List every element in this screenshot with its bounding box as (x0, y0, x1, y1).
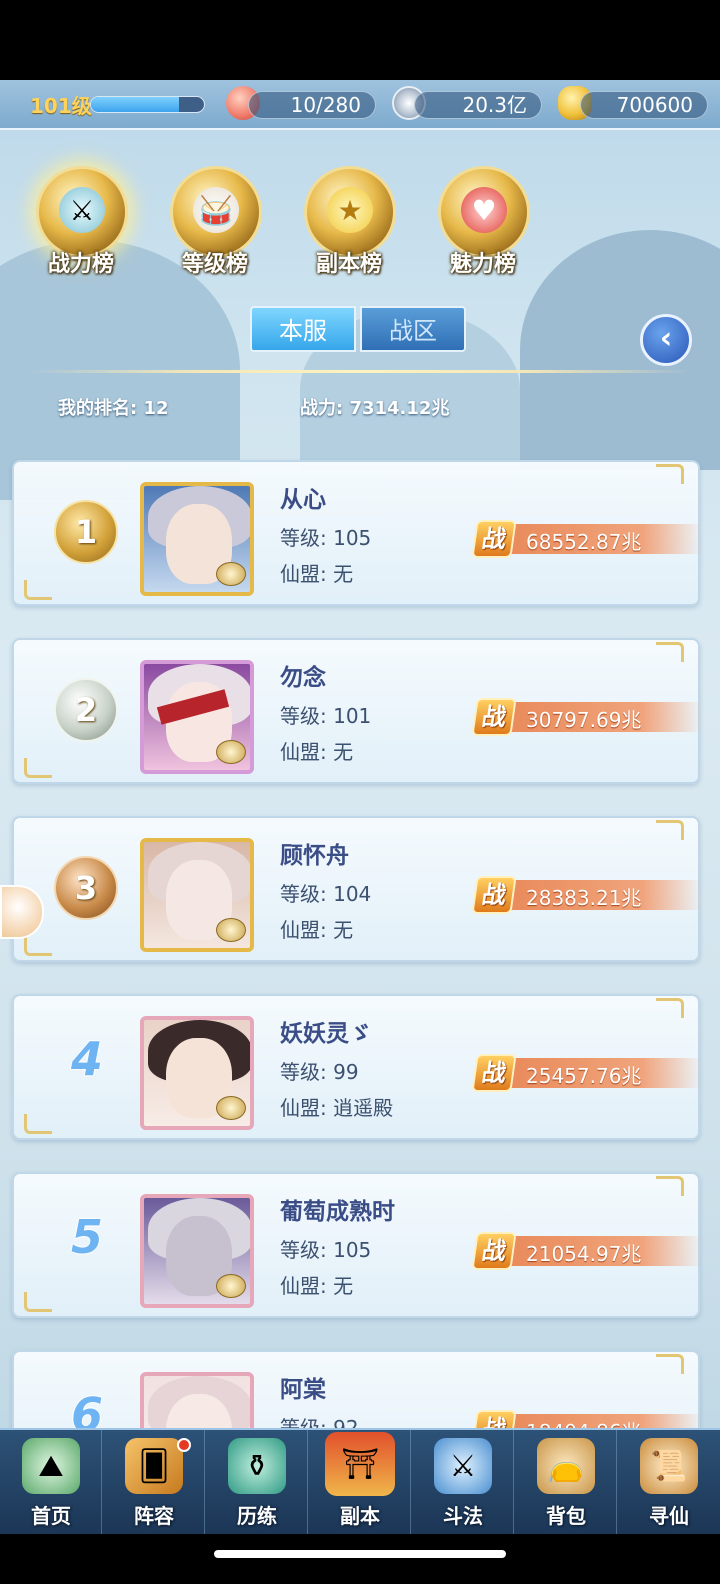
gourd-icon: ⚱ (228, 1438, 286, 1494)
nav-bag[interactable]: 👝 背包 (515, 1430, 617, 1536)
player-level: 等级: 104 (280, 882, 372, 906)
battle-power-icon: 战 (471, 698, 517, 736)
spire-icon: ⚔ (434, 1438, 492, 1494)
player-guild: 仙盟: 无 (280, 740, 354, 764)
battle-power-icon: 战 (471, 520, 517, 558)
bottom-nav: ⛰ 首页 🂠 阵容 ⚱ 历练 ⛩ 副本 ⚔ 斗法 👝 背包 📜 寻仙 (0, 1428, 720, 1536)
nav-arena[interactable]: ⚔ 斗法 (412, 1430, 514, 1536)
player-guild: 仙盟: 无 (280, 562, 354, 586)
player-level: 等级: 99 (280, 1060, 359, 1084)
gold-medal-icon: 1 (54, 500, 118, 564)
nav-seek-immortal[interactable]: 📜 寻仙 (618, 1430, 720, 1536)
palace-icon: ⛩ (325, 1432, 395, 1496)
tab-power-ranking[interactable]: ⚔ 战力榜 (22, 160, 140, 282)
player-guild: 仙盟: 无 (280, 1274, 354, 1298)
tab-charm-ranking[interactable]: ♥ 魅力榜 (424, 160, 542, 282)
player-name: 从心 (280, 487, 326, 513)
rank-row[interactable]: 3 顾怀舟 等级: 104 仙盟: 无 战 28383.21兆 (12, 816, 702, 962)
sword-emblem-icon: ⚔ (36, 166, 128, 258)
scroll-icon: 📜 (640, 1438, 698, 1494)
avatar[interactable] (140, 838, 254, 952)
silver-medal-icon: 2 (54, 678, 118, 742)
tab-level-ranking[interactable]: 🥁 等级榜 (156, 160, 274, 282)
avatar[interactable] (140, 1016, 254, 1130)
rank-row[interactable]: 4 妖妖灵ゞ 等级: 99 仙盟: 逍遥殿 战 25457.76兆 (12, 994, 702, 1140)
rank-row[interactable]: 1 从心 等级: 105 仙盟: 无 战 68552.87兆 (12, 460, 702, 606)
player-name: 葡萄成熟时 (280, 1199, 395, 1225)
player-name: 顾怀舟 (280, 843, 349, 869)
heart-emblem-icon: ♥ (438, 166, 530, 258)
gold-value[interactable]: 700600 (580, 91, 708, 119)
chevron-left-icon: ‹ (659, 321, 673, 356)
home-indicator (0, 1534, 720, 1584)
resource-bar: 101级 10/280 20.3亿 700600 (0, 80, 720, 130)
island-icon: ⛰ (22, 1438, 80, 1494)
player-level: 等级: 105 (280, 1238, 372, 1262)
tab-this-server[interactable]: 本服 (250, 306, 356, 352)
player-level: 等级: 101 (280, 704, 372, 728)
battle-power-icon: 战 (471, 1232, 517, 1270)
avatar[interactable] (140, 482, 254, 596)
bag-icon: 👝 (537, 1438, 595, 1494)
power-value: 战 28383.21兆 (471, 876, 702, 914)
player-name: 阿棠 (280, 1377, 326, 1403)
power-value: 战 30797.69兆 (471, 698, 702, 736)
cards-icon: 🂠 (125, 1438, 183, 1494)
nav-home[interactable]: ⛰ 首页 (0, 1430, 102, 1536)
avatar[interactable] (140, 660, 254, 774)
stamina-value[interactable]: 10/280 (248, 91, 376, 119)
nav-dungeon[interactable]: ⛩ 副本 (309, 1430, 411, 1536)
bronze-medal-icon: 3 (54, 856, 118, 920)
back-button[interactable]: ‹ (640, 314, 692, 366)
rank-number: 4 (70, 1032, 103, 1086)
player-level: 101级 (30, 94, 92, 118)
player-guild: 仙盟: 逍遥殿 (280, 1096, 394, 1120)
power-value: 战 68552.87兆 (471, 520, 702, 558)
notification-dot (177, 1438, 191, 1452)
ranking-tabs: ⚔ 战力榜 🥁 等级榜 ★ 副本榜 ♥ 魅力榜 (0, 160, 720, 285)
silver-value[interactable]: 20.3亿 (414, 91, 542, 119)
tab-dungeon-ranking[interactable]: ★ 副本榜 (290, 160, 408, 282)
power-value: 战 21054.97兆 (471, 1232, 702, 1270)
my-rank-summary: 我的排名: 12 战力: 7314.12兆 (0, 394, 720, 424)
rank-row[interactable]: 2 勿念 等级: 101 仙盟: 无 战 30797.69兆 (12, 638, 702, 784)
player-guild: 仙盟: 无 (280, 918, 354, 942)
player-name: 勿念 (280, 665, 326, 691)
power-value: 战 25457.76兆 (471, 1054, 702, 1092)
player-name: 妖妖灵ゞ (280, 1021, 372, 1047)
my-rank: 我的排名: 12 (58, 398, 169, 419)
nav-training[interactable]: ⚱ 历练 (206, 1430, 308, 1536)
server-toggle: 本服 战区 (250, 306, 468, 354)
battle-power-icon: 战 (471, 876, 517, 914)
avatar[interactable] (140, 1194, 254, 1308)
drum-emblem-icon: 🥁 (170, 166, 262, 258)
tab-war-zone[interactable]: 战区 (360, 306, 466, 352)
battle-power-icon: 战 (471, 1054, 517, 1092)
star-emblem-icon: ★ (304, 166, 396, 258)
rank-number: 5 (70, 1210, 103, 1264)
rank-row[interactable]: 5 葡萄成熟时 等级: 105 仙盟: 无 战 21054.97兆 (12, 1172, 702, 1318)
xp-bar (90, 96, 205, 113)
my-power: 战力: 7314.12兆 (300, 398, 450, 419)
nav-lineup[interactable]: 🂠 阵容 (103, 1430, 205, 1536)
divider (30, 370, 690, 373)
player-level: 等级: 105 (280, 526, 372, 550)
